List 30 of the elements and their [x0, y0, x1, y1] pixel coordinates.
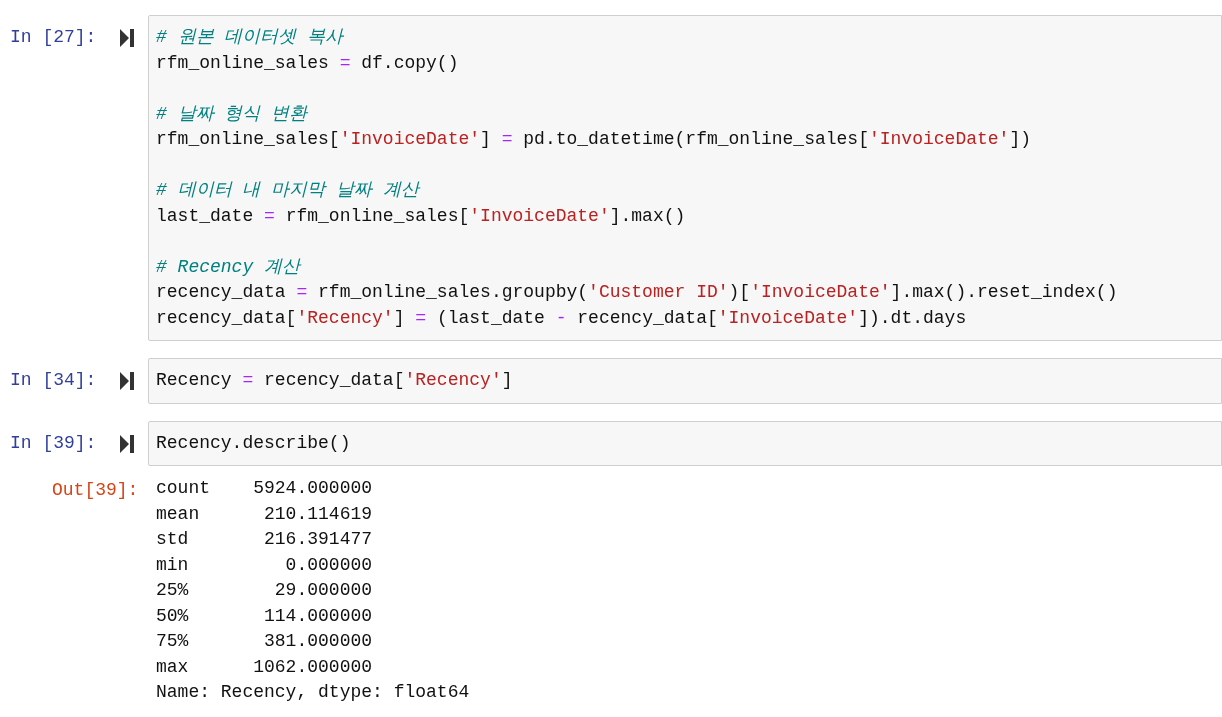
code-line: # 데이터 내 마지막 날짜 계산 — [156, 179, 419, 202]
output-line: count 5924.000000 — [156, 477, 373, 500]
code-line: # 원본 데이터셋 복사 — [156, 26, 344, 49]
output-line: min 0.000000 — [156, 553, 373, 577]
code-cell[interactable] — [148, 15, 1222, 341]
input-prompt: In [34]: — [10, 370, 97, 390]
code-line: recency_data['Recency'] = (last_date - recency_data['InvoiceDate']).dt.days — [156, 306, 967, 330]
code-line: # Recency 계산 — [156, 255, 301, 279]
code-line: last_date = rfm_online_sales['InvoiceDate'].max() — [156, 204, 686, 228]
output-line: max 1062.000000 — [156, 655, 373, 679]
code-line: recency_data = rfm_online_sales.groupby('Customer ID')['InvoiceDate'].max().reset_index() — [156, 281, 1118, 304]
output-line: 50% 114.000000 — [156, 604, 373, 628]
output-line: 25% 29.000000 — [156, 579, 373, 602]
run-icon[interactable] — [120, 372, 134, 390]
code-line: rfm_online_sales = df.copy() — [156, 51, 459, 75]
code-cell[interactable]: Recency = recency_data['Recency'] — [148, 358, 1222, 404]
input-prompt: In [39]: — [10, 432, 97, 453]
output-line: 75% 381.000000 — [156, 630, 373, 653]
output-line: mean 210.114619 — [156, 502, 373, 526]
code-line: # 날짜 형식 변환 — [156, 102, 308, 126]
run-icon[interactable] — [120, 434, 134, 453]
code-line: rfm_online_sales['InvoiceDate'] = pd.to_datetime(rfm_online_sales['InvoiceDate']) — [156, 128, 1031, 151]
input-prompt: In [27]: — [10, 27, 97, 47]
run-icon[interactable] — [120, 29, 134, 47]
code-cell[interactable]: Recency.describe() — [148, 420, 1222, 466]
code-line: Recency.describe() — [156, 431, 351, 455]
output-line: std 216.391477 — [156, 528, 373, 551]
output-prompt: Out[39]: — [52, 480, 139, 500]
output-line: Name: Recency, dtype: float64 — [156, 681, 470, 704]
code-line: Recency = recency_data['Recency'] — [156, 369, 513, 392]
